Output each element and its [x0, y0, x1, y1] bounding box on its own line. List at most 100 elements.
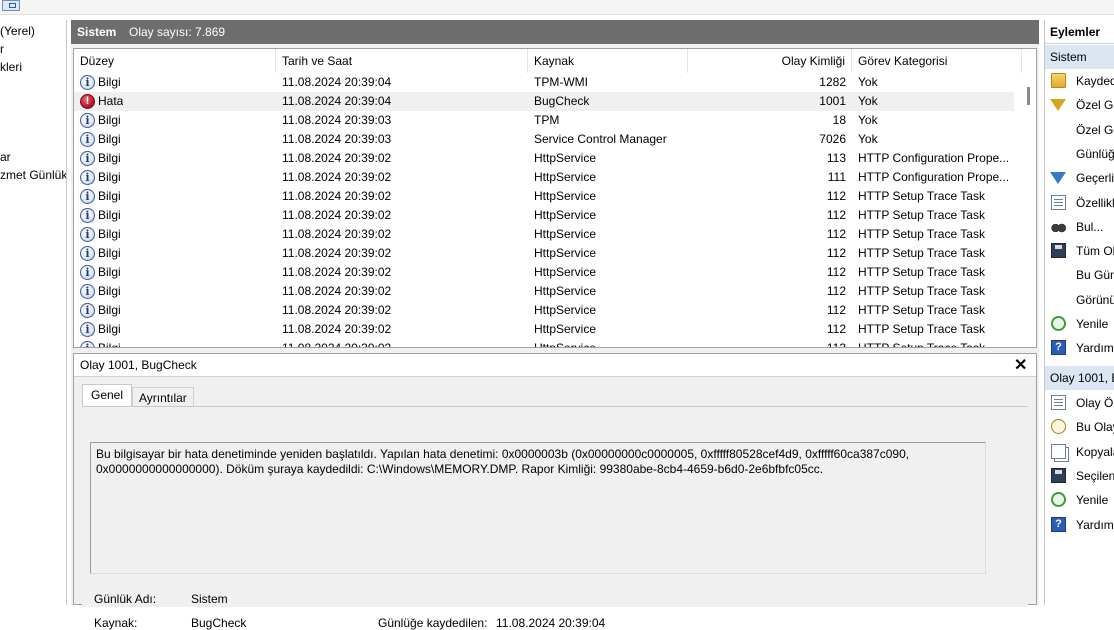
action-item[interactable]: Özellikler: [1045, 191, 1114, 215]
cell-event-id: 112: [826, 284, 846, 298]
action-item[interactable]: Kaydedilmiş Günlüğü Aç...: [1045, 69, 1114, 93]
cell-task-category: HTTP Setup Trace Task: [858, 208, 985, 222]
action-item[interactable]: Yenile: [1045, 312, 1114, 336]
action-item[interactable]: Bul...: [1045, 215, 1114, 239]
action-label: Olay Özellikleri: [1076, 396, 1114, 410]
actions-header: Eylemler: [1045, 20, 1114, 44]
close-icon[interactable]: ✕: [1014, 355, 1027, 375]
actions-section-log[interactable]: Sistem: [1045, 45, 1114, 69]
action-label: Geçerli Günlüğü Filtrele...: [1076, 171, 1114, 186]
table-row[interactable]: Bilgi 11.08.2024 20:39:03 TPM 18 Yok: [74, 111, 1014, 130]
table-row[interactable]: Bilgi 11.08.2024 20:39:02 HttpService 112 HT…: [74, 301, 1014, 320]
cell-event-id: 113: [826, 151, 846, 165]
tree-item-app-service-logs[interactable]: kleri: [0, 60, 22, 74]
table-row[interactable]: Bilgi 11.08.2024 20:39:02 HttpService 112 HT…: [74, 282, 1014, 301]
action-item[interactable]: Bu Olaya Görev Ekle...: [1045, 415, 1114, 439]
cell-source: HttpService: [534, 284, 597, 298]
table-row[interactable]: Bilgi 11.08.2024 20:39:02 HttpService 111 HT…: [74, 168, 1014, 187]
action-label: Özel Görünüm Oluştur...: [1076, 98, 1114, 113]
tree-item-subscriptions[interactable]: ar: [0, 150, 11, 164]
source-label: Kaynak:: [94, 616, 138, 630]
cell-event-id: 111: [827, 170, 846, 184]
table-row[interactable]: Hata 11.08.2024 20:39:04 BugCheck 1001 Yok: [74, 92, 1014, 111]
action-item[interactable]: Seçilen Olayları Kaydet...: [1045, 464, 1114, 488]
table-row[interactable]: Bilgi 11.08.2024 20:39:02 HttpService 112 HT…: [74, 225, 1014, 244]
cell-task-category: HTTP Configuration Prope...: [858, 151, 1008, 165]
column-header-datetime[interactable]: Tarih ve Saat: [276, 49, 528, 73]
tab-details[interactable]: Ayrıntılar: [132, 387, 194, 406]
column-header-source[interactable]: Kaynak: [528, 49, 688, 73]
action-label: Bu Günlüğe Görev Ekle...: [1076, 268, 1114, 283]
copy-icon: [1051, 443, 1066, 459]
info-icon: [80, 227, 95, 242]
action-item[interactable]: Geçerli Günlüğü Filtrele...: [1045, 166, 1114, 190]
action-item[interactable]: Özel Görünümü İçeri Aktar...: [1045, 118, 1114, 142]
event-count: Olay sayısı: 7.869: [129, 25, 226, 39]
table-row[interactable]: Bilgi 11.08.2024 20:39:02 HttpService 112 HT…: [74, 320, 1014, 339]
log-name-value: Sistem: [191, 592, 228, 606]
action-item[interactable]: ? Yardım: [1045, 336, 1114, 360]
table-row[interactable]: Bilgi 11.08.2024 20:39:03 Service Control …: [74, 130, 1014, 149]
cell-datetime: 11.08.2024 20:39:02: [282, 151, 392, 165]
cell-source: HttpService: [534, 322, 597, 336]
cell-datetime: 11.08.2024 20:39:02: [282, 341, 392, 348]
cell-level: Bilgi: [98, 227, 121, 241]
cell-level: Bilgi: [98, 246, 121, 260]
cell-event-id: 112: [826, 246, 846, 260]
log-name-label: Günlük Adı:: [94, 592, 157, 606]
action-label: Kopyala: [1076, 444, 1114, 459]
action-item[interactable]: Görünüm: [1045, 288, 1114, 312]
event-table: Düzey Tarih ve Saat Kaynak Olay Kimliği …: [73, 48, 1037, 348]
column-header-event-id[interactable]: Olay Kimliği: [688, 49, 852, 73]
table-row[interactable]: Bilgi 11.08.2024 20:39:04 TPM-WMI 1282 Yok: [74, 73, 1014, 92]
cell-datetime: 11.08.2024 20:39:02: [282, 322, 392, 336]
tree-item-windows-logs[interactable]: r: [0, 42, 4, 56]
table-row[interactable]: Bilgi 11.08.2024 20:39:02 HttpService 112 HT…: [74, 206, 1014, 225]
log-header-bar: Sistem Olay sayısı: 7.869: [71, 20, 1039, 44]
actions-section-event[interactable]: Olay 1001, BugCheck: [1045, 366, 1114, 390]
refresh-icon: [1051, 492, 1066, 508]
info-icon: [80, 284, 95, 299]
help-icon: ?: [1051, 516, 1066, 532]
table-row[interactable]: Bilgi 11.08.2024 20:39:02 HttpService 112 HT…: [74, 187, 1014, 206]
scrollbar-thumb[interactable]: [1027, 87, 1030, 105]
table-row[interactable]: Bilgi 11.08.2024 20:39:02 HttpService 112 HT…: [74, 263, 1014, 282]
properties-icon: [1051, 194, 1066, 210]
table-row[interactable]: Bilgi 11.08.2024 20:39:02 HttpService 113 HT…: [74, 149, 1014, 168]
action-item[interactable]: Özel Görünüm Oluştur...: [1045, 93, 1114, 117]
action-item[interactable]: Yenile: [1045, 488, 1114, 512]
cell-source: Service Control Manager: [534, 132, 667, 146]
cell-level: Bilgi: [98, 208, 121, 222]
cell-datetime: 11.08.2024 20:39:02: [282, 208, 392, 222]
column-header-task-category[interactable]: Görev Kategorisi: [852, 49, 1022, 73]
cell-datetime: 11.08.2024 20:39:02: [282, 303, 392, 317]
cell-task-category: HTTP Setup Trace Task: [858, 341, 985, 348]
tab-general[interactable]: Genel: [82, 384, 133, 406]
action-item[interactable]: Olay Özellikleri: [1045, 391, 1114, 415]
cell-level: Bilgi: [98, 75, 121, 89]
event-message-box[interactable]: Bu bilgisayar bir hata denetiminde yenid…: [90, 442, 986, 574]
action-label: Bu Olaya Görev Ekle...: [1076, 420, 1114, 435]
cell-task-category: HTTP Setup Trace Task: [858, 246, 985, 260]
vertical-scrollbar[interactable]: [1022, 75, 1036, 347]
action-item[interactable]: Bu Günlüğe Görev Ekle...: [1045, 263, 1114, 287]
cell-task-category: Yok: [858, 75, 878, 89]
action-item[interactable]: Günlüğü Temizle...: [1045, 142, 1114, 166]
action-item[interactable]: ? Yardım: [1045, 513, 1114, 537]
action-label: Yardım: [1076, 341, 1114, 356]
save-icon: [1051, 243, 1066, 259]
tree-item-local[interactable]: (Yerel): [0, 24, 35, 38]
cell-level: Bilgi: [98, 151, 121, 165]
cell-datetime: 11.08.2024 20:39:02: [282, 246, 392, 260]
column-header-level[interactable]: Düzey: [74, 49, 276, 73]
console-tree-toggle-icon[interactable]: [2, 0, 20, 11]
info-icon: [80, 189, 95, 204]
action-item[interactable]: Kopyala: [1045, 440, 1114, 464]
cell-level: Bilgi: [98, 189, 121, 203]
table-row[interactable]: Bilgi 11.08.2024 20:39:02 HttpService 113 HT…: [74, 339, 1014, 348]
cell-datetime: 11.08.2024 20:39:04: [282, 75, 392, 89]
tree-item-service-logs[interactable]: zmet Günlük: [0, 168, 66, 182]
table-row[interactable]: Bilgi 11.08.2024 20:39:02 HttpService 112 HT…: [74, 244, 1014, 263]
action-item[interactable]: Tüm Olayları Farklı Kaydet...: [1045, 239, 1114, 263]
cell-datetime: 11.08.2024 20:39:02: [282, 265, 392, 279]
